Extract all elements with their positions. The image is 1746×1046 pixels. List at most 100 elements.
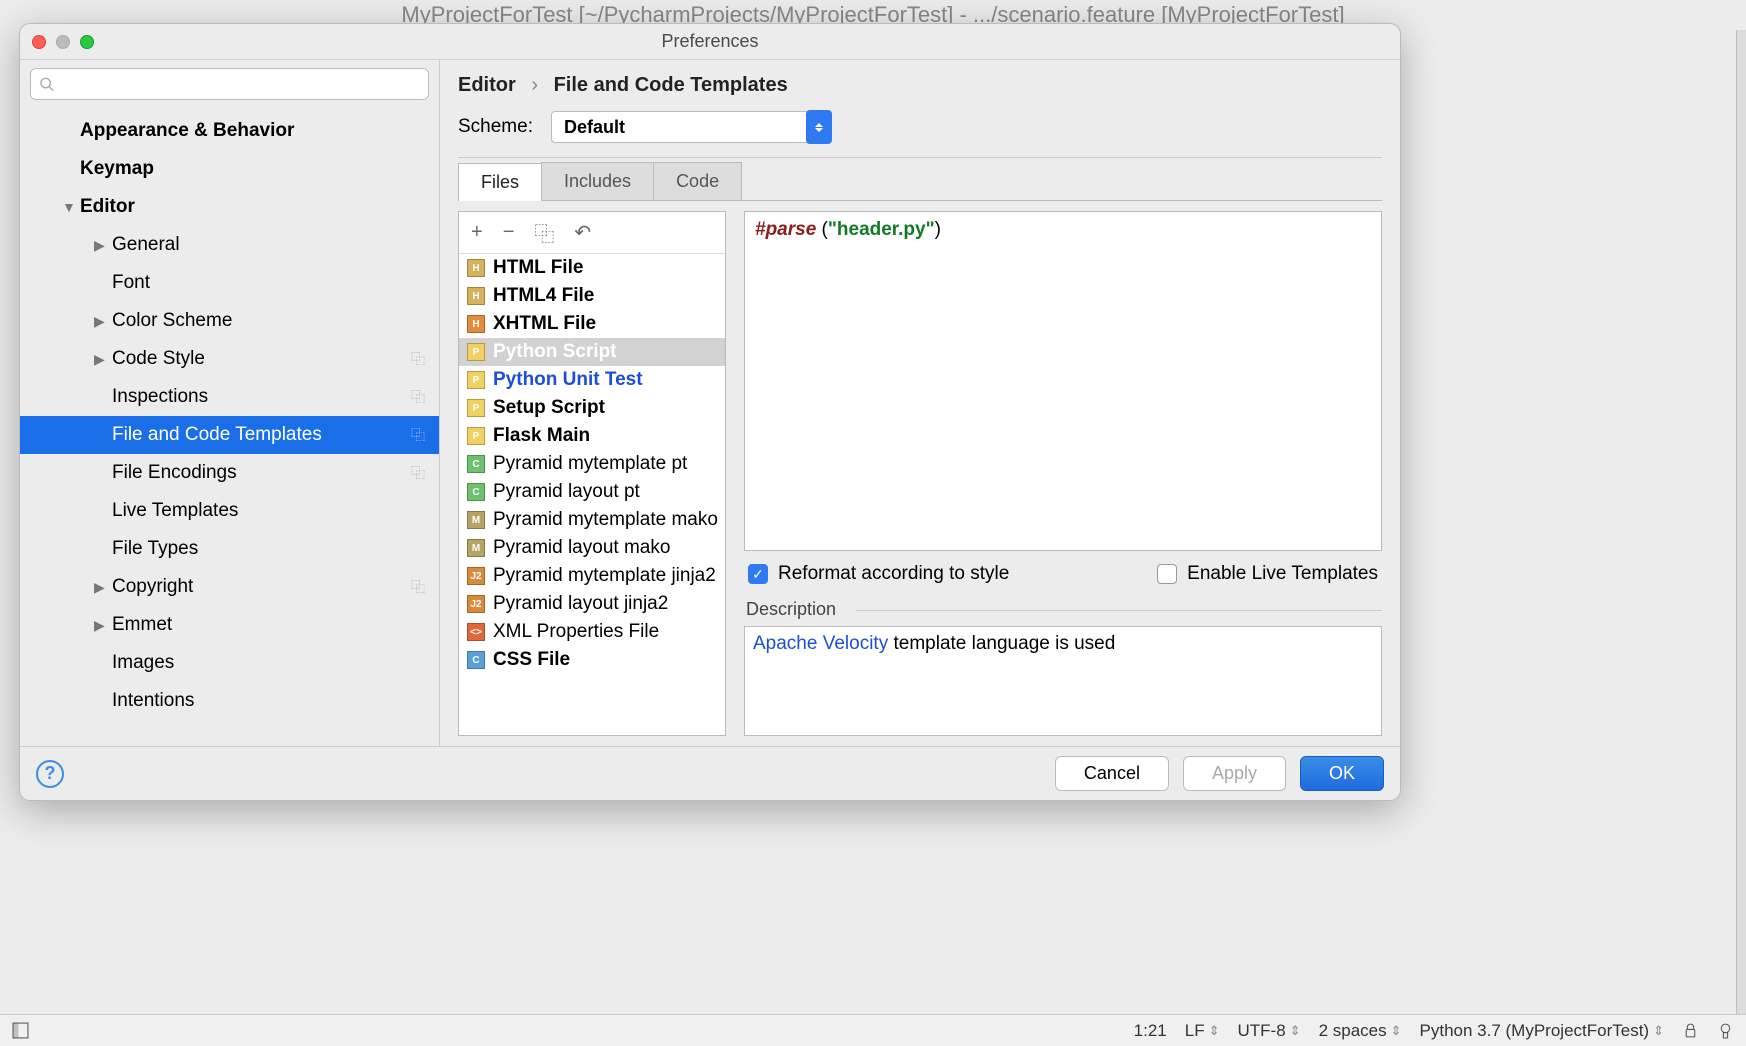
template-item-pmtpt[interactable]: CPyramid mytemplate pt	[459, 450, 725, 478]
template-item-pmtmako[interactable]: MPyramid mytemplate mako	[459, 506, 725, 534]
template-item-label: XHTML File	[493, 313, 596, 335]
add-icon[interactable]: +	[471, 221, 483, 244]
minimize-icon[interactable]	[56, 35, 70, 49]
file-type-icon: P	[467, 343, 485, 361]
scheme-scope-icon: ⿻	[411, 577, 425, 597]
copy-icon[interactable]: ⿻	[534, 218, 554, 247]
file-type-icon: J2	[467, 595, 485, 613]
file-type-icon: C	[467, 651, 485, 669]
tree-editor[interactable]: ▼Editor	[20, 188, 439, 226]
apply-button[interactable]: Apply	[1183, 756, 1286, 791]
template-item-setup[interactable]: PSetup Script	[459, 394, 725, 422]
chevron-right-icon[interactable]: ▶	[94, 617, 108, 634]
tree-emmet[interactable]: ▶Emmet	[20, 606, 439, 644]
description-label: Description	[746, 599, 1382, 620]
template-item-label: Pyramid layout jinja2	[493, 593, 668, 615]
template-code-editor[interactable]: #parse ("header.py")	[744, 211, 1382, 551]
description-link[interactable]: Apache Velocity	[753, 633, 888, 654]
tool-window-icon[interactable]	[12, 1022, 29, 1039]
template-item-label: Python Unit Test	[493, 369, 643, 391]
tree-file-encodings[interactable]: File Encodings⿻	[20, 454, 439, 492]
search-input[interactable]	[60, 76, 420, 93]
tabs: Files Includes Code	[458, 162, 1382, 201]
file-type-icon: <>	[467, 623, 485, 641]
tree-inspections[interactable]: Inspections⿻	[20, 378, 439, 416]
close-icon[interactable]	[32, 35, 46, 49]
template-item-pmtjinja[interactable]: J2Pyramid mytemplate jinja2	[459, 562, 725, 590]
status-caret-pos[interactable]: 1:21	[1134, 1021, 1167, 1041]
cancel-button[interactable]: Cancel	[1055, 756, 1169, 791]
status-line-sep[interactable]: LF	[1185, 1021, 1220, 1041]
tab-includes[interactable]: Includes	[541, 162, 654, 200]
template-item-xhtml[interactable]: H XHTML File	[459, 310, 725, 338]
template-list[interactable]: HHTML FileHHTML4 FileHXHTML FilePPython …	[459, 254, 725, 735]
chevron-right-icon[interactable]: ▶	[94, 351, 108, 368]
zoom-icon[interactable]	[80, 35, 94, 49]
tree-keymap[interactable]: Keymap	[20, 150, 439, 188]
template-item-css[interactable]: C CSS File	[459, 646, 725, 674]
tree-code-style[interactable]: ▶Code Style⿻	[20, 340, 439, 378]
help-icon[interactable]: ?	[36, 760, 64, 788]
revert-icon[interactable]: ↶	[574, 220, 591, 245]
ok-button[interactable]: OK	[1300, 756, 1384, 791]
status-indent[interactable]: 2 spaces	[1319, 1021, 1402, 1041]
breadcrumb: Editor › File and Code Templates	[458, 74, 1382, 97]
chevron-right-icon[interactable]: ▶	[94, 237, 108, 254]
tree-intentions[interactable]: Intentions	[20, 682, 439, 720]
chevron-down-icon[interactable]: ▼	[62, 199, 76, 215]
template-item-plpt[interactable]: CPyramid layout pt	[459, 478, 725, 506]
tree-copyright[interactable]: ▶Copyright⿻	[20, 568, 439, 606]
chevron-right-icon[interactable]: ▶	[94, 579, 108, 596]
code-paren: )	[935, 219, 941, 240]
tree-color-scheme[interactable]: ▶Color Scheme	[20, 302, 439, 340]
template-panel: + − ⿻ ↶ HHTML FileHHTML4 FileHXHTML File…	[458, 211, 726, 736]
tree-appearance[interactable]: Appearance & Behavior	[20, 112, 439, 150]
template-item-plmako[interactable]: MPyramid layout mako	[459, 534, 725, 562]
reformat-checkbox[interactable]: ✓Reformat according to style	[748, 563, 1009, 585]
template-item-label: Pyramid mytemplate mako	[493, 509, 718, 531]
template-item-label: HTML4 File	[493, 285, 594, 307]
file-type-icon: P	[467, 427, 485, 445]
code-directive: #parse	[755, 219, 816, 240]
template-item-xmlprops[interactable]: <>XML Properties File	[459, 618, 725, 646]
file-type-icon: H	[467, 315, 485, 333]
remove-icon[interactable]: −	[503, 221, 515, 244]
scheme-scope-icon: ⿻	[411, 463, 425, 483]
sidebar: Appearance & Behavior Keymap ▼Editor ▶Ge…	[20, 60, 440, 746]
template-item-pljinja[interactable]: J2 Pyramid layout jinja2	[459, 590, 725, 618]
scheme-select[interactable]: Default	[551, 111, 831, 143]
tree-file-templates[interactable]: File and Code Templates⿻	[20, 416, 439, 454]
file-type-icon: P	[467, 371, 485, 389]
tree-font[interactable]: Font	[20, 264, 439, 302]
template-item-label: Flask Main	[493, 425, 590, 447]
lock-icon[interactable]	[1682, 1022, 1699, 1039]
file-type-icon: H	[467, 259, 485, 277]
template-item-html4[interactable]: HHTML4 File	[459, 282, 725, 310]
template-item-label: CSS File	[493, 649, 570, 671]
dialog-title: Preferences	[20, 31, 1400, 52]
search-input-wrap[interactable]	[30, 68, 429, 100]
tree-file-types[interactable]: File Types	[20, 530, 439, 568]
breadcrumb-root[interactable]: Editor	[458, 74, 516, 96]
chevron-right-icon[interactable]: ▶	[94, 313, 108, 330]
settings-tree[interactable]: Appearance & Behavior Keymap ▼Editor ▶Ge…	[20, 108, 439, 746]
template-toolbar: + − ⿻ ↶	[459, 212, 725, 254]
tree-general[interactable]: ▶General	[20, 226, 439, 264]
status-sdk[interactable]: Python 3.7 (MyProjectForTest)	[1420, 1021, 1664, 1041]
tree-live-templates[interactable]: Live Templates	[20, 492, 439, 530]
tree-images[interactable]: Images	[20, 644, 439, 682]
template-item-flask[interactable]: P Flask Main	[459, 422, 725, 450]
status-encoding[interactable]: UTF-8	[1237, 1021, 1300, 1041]
tab-code[interactable]: Code	[653, 162, 742, 200]
template-item-pyunit[interactable]: P Python Unit Test	[459, 366, 725, 394]
checkbox-checked-icon: ✓	[748, 564, 768, 584]
template-item-html[interactable]: HHTML File	[459, 254, 725, 282]
enable-live-checkbox[interactable]: Enable Live Templates	[1157, 563, 1378, 585]
inspector-icon[interactable]	[1717, 1022, 1734, 1039]
description-text: template language is used	[888, 633, 1115, 654]
dialog-footer: ? Cancel Apply OK	[20, 746, 1400, 800]
template-item-pyscript[interactable]: PPython Script	[459, 338, 725, 366]
select-stepper-icon[interactable]	[806, 110, 832, 144]
tab-files[interactable]: Files	[458, 163, 542, 201]
template-item-label: Pyramid layout mako	[493, 537, 670, 559]
